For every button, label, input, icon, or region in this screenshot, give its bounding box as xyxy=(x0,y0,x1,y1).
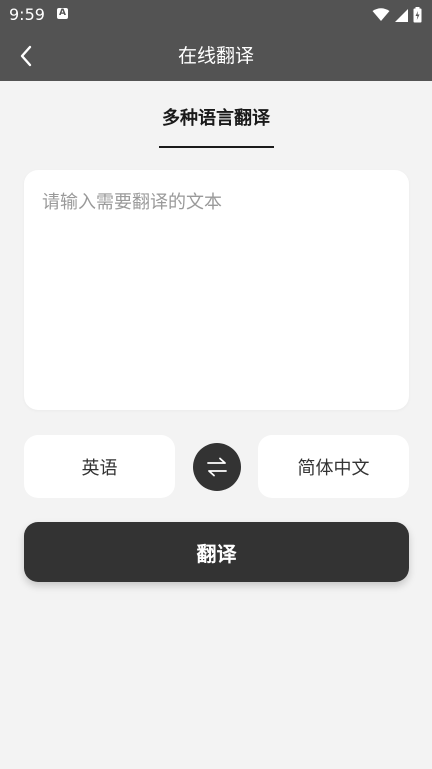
status-icons xyxy=(372,6,422,24)
tab-indicator xyxy=(159,146,274,148)
main-content: 多种语言翻译 英语 简体中文 翻译 xyxy=(0,81,432,769)
swap-arrows-icon xyxy=(207,457,227,477)
target-language-label: 简体中文 xyxy=(297,457,370,479)
source-text-input[interactable] xyxy=(24,170,409,410)
wifi-icon xyxy=(372,8,390,21)
target-language-button[interactable]: 简体中文 xyxy=(258,435,409,498)
source-text-card xyxy=(24,170,409,410)
battery-icon xyxy=(413,7,422,23)
translate-button[interactable]: 翻译 xyxy=(24,522,409,582)
status-time: 9:59 xyxy=(9,5,45,24)
source-language-button[interactable]: 英语 xyxy=(24,435,175,498)
page-title: 在线翻译 xyxy=(177,45,254,67)
status-bar: 9:59 A xyxy=(0,0,432,31)
app-bar: 在线翻译 xyxy=(0,31,432,81)
signal-icon xyxy=(395,8,408,22)
swap-languages-button[interactable] xyxy=(193,443,241,491)
tab-multi-language-translation[interactable]: 多种语言翻译 xyxy=(0,107,432,131)
translate-button-label: 翻译 xyxy=(196,541,237,566)
screen: 9:59 A 在线翻译 多种语言翻译 请输入需要翻译的文本 英语 简体中文 翻译 xyxy=(0,0,432,769)
notification-a-icon: A xyxy=(57,8,68,19)
source-language-label: 英语 xyxy=(81,457,118,479)
